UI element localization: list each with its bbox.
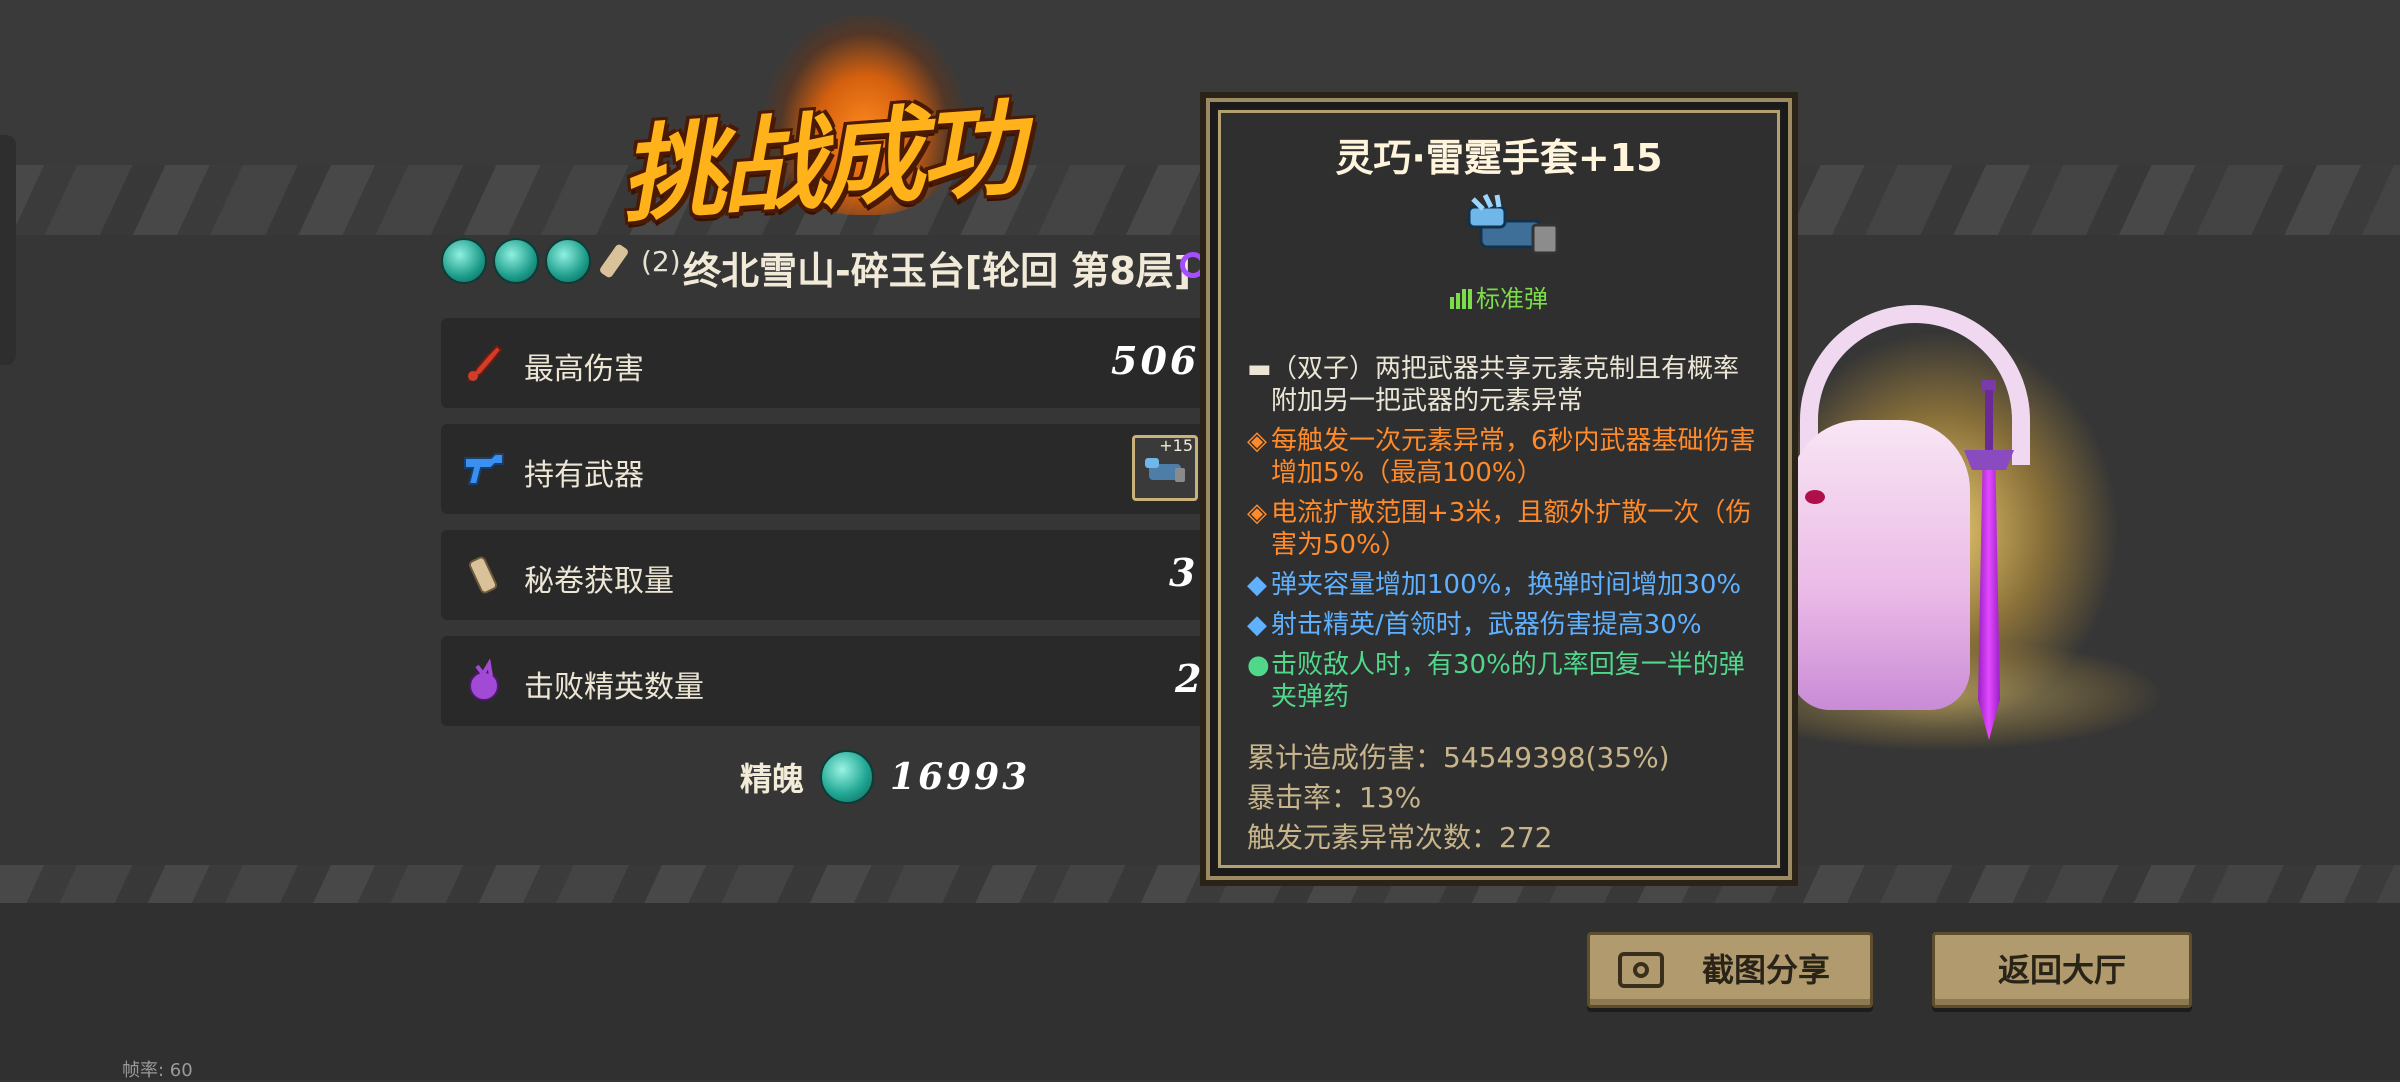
- soul-label: 精魄: [740, 760, 805, 798]
- crit-rate: 暴击率：13%: [1247, 781, 1422, 814]
- effect-line: ▬ （双子）两把武器共享元素克制且有概率附加另一把武器的元素异常: [1247, 353, 1759, 417]
- soul-reward: 精魄 16993: [740, 750, 1030, 804]
- tooltip-stats: 累计造成伤害：54549398(35%) 暴击率：13% 触发元素异常次数：27…: [1247, 738, 1670, 858]
- stat-label: 持有武器: [524, 458, 644, 493]
- buff-gem-icon: [545, 238, 591, 284]
- bullet-icon: ◆: [1247, 570, 1267, 600]
- ammo-type: 标准弹: [1221, 279, 1777, 314]
- tooltip-effects: ▬ （双子）两把武器共享元素克制且有概率附加另一把武器的元素异常 ◈ 每触发一次元素…: [1247, 353, 1759, 721]
- return-lobby-button[interactable]: 返回大厅: [1932, 932, 2192, 1008]
- effect-text: 射击精英/首领时，武器伤害提高30%: [1271, 610, 1702, 640]
- soul-gem-icon: [820, 750, 875, 804]
- bullet-icon: ◈: [1247, 426, 1267, 456]
- effect-line: ◈ 电流扩散范围+3米，且额外扩散一次（伤害为50%）: [1247, 497, 1759, 561]
- fps-counter: 帧率: 60: [122, 1060, 193, 1081]
- scroll-icon: [597, 240, 633, 282]
- effect-line: ● 击败敌人时，有30%的几率回复一半的弹夹弹药: [1247, 649, 1759, 713]
- bullet-icon: ▬: [1247, 354, 1272, 384]
- effect-line: ◆ 射击精英/首领时，武器伤害提高30%: [1247, 609, 1759, 641]
- share-button-label: 截图分享: [1702, 951, 1831, 989]
- stat-row-scrolls: 秘卷获取量 3: [441, 530, 1241, 620]
- character-model: [1790, 420, 1970, 710]
- effect-text: 击败敌人时，有30%的几率回复一半的弹夹弹药: [1271, 650, 1745, 712]
- tooltip-panel: 灵巧·雷霆手套+15 标准弹 ▬ （双子）两把武器共享元素克制且有概率附加另一把武…: [1218, 110, 1780, 868]
- stat-value: 3: [1169, 550, 1199, 595]
- effect-text: 电流扩散范围+3米，且额外扩散一次（伤害为50%）: [1271, 498, 1752, 560]
- equipped-weapon-slot[interactable]: +15: [1132, 435, 1198, 501]
- scroll-icon: [468, 556, 498, 594]
- level-buff-icons: (2): [441, 238, 681, 284]
- tooltip-title: 灵巧·雷霆手套+15: [1335, 136, 1663, 180]
- effect-line: ◆ 弹夹容量增加100%，换弹时间增加30%: [1247, 569, 1759, 601]
- stat-row-max-damage: 最高伤害 506: [441, 318, 1241, 408]
- screenshot-share-button[interactable]: 截图分享: [1587, 932, 1873, 1008]
- effect-text: 每触发一次元素异常，6秒内武器基础伤害增加5%（最高100%）: [1271, 426, 1756, 488]
- camera-icon: [1618, 952, 1664, 988]
- weapon-icon: [464, 453, 504, 485]
- elite-icon: [469, 658, 499, 701]
- level-name: 终北雪山-碎玉台[轮回 第8层]: [683, 249, 1192, 293]
- gauntlet-icon: [1467, 193, 1559, 255]
- stat-row-elites: 击败精英数量 2: [441, 636, 1241, 726]
- buff-gem-icon: [441, 238, 487, 284]
- bullet-icon: ◈: [1247, 498, 1267, 528]
- stat-label: 秘卷获取量: [524, 564, 674, 599]
- weapon-tooltip: 灵巧·雷霆手套+15 标准弹 ▬ （双子）两把武器共享元素克制且有概率附加另一把武…: [1200, 92, 1798, 886]
- total-damage: 累计造成伤害：54549398(35%): [1247, 741, 1670, 774]
- stat-value: 506: [1111, 338, 1200, 383]
- effect-text: 弹夹容量增加100%，换弹时间增加30%: [1271, 570, 1742, 600]
- damage-icon: [466, 344, 503, 383]
- buff-gem-icon: [493, 238, 539, 284]
- effect-line: ◈ 每触发一次元素异常，6秒内武器基础伤害增加5%（最高100%）: [1247, 425, 1759, 489]
- bullet-icon: ◆: [1247, 610, 1267, 640]
- weapon-level: +15: [1159, 436, 1193, 455]
- scroll-count: (2): [641, 244, 681, 278]
- character-eye: [1805, 490, 1825, 504]
- bullet-icon: ●: [1247, 650, 1270, 680]
- side-tab: [0, 135, 16, 365]
- stat-label: 击败精英数量: [524, 670, 704, 705]
- stat-label: 最高伤害: [524, 352, 644, 387]
- stat-row-weapon: 持有武器 +15: [441, 424, 1241, 514]
- sword-hilt-icon: [1964, 380, 2014, 470]
- soul-value: 16993: [890, 756, 1031, 798]
- ammo-bars-icon: [1450, 289, 1472, 309]
- ammo-type-label: 标准弹: [1476, 285, 1548, 313]
- element-trigger-count: 触发元素异常次数：272: [1247, 821, 1553, 854]
- effect-text: （双子）两把武器共享元素克制且有概率附加另一把武器的元素异常: [1271, 354, 1740, 416]
